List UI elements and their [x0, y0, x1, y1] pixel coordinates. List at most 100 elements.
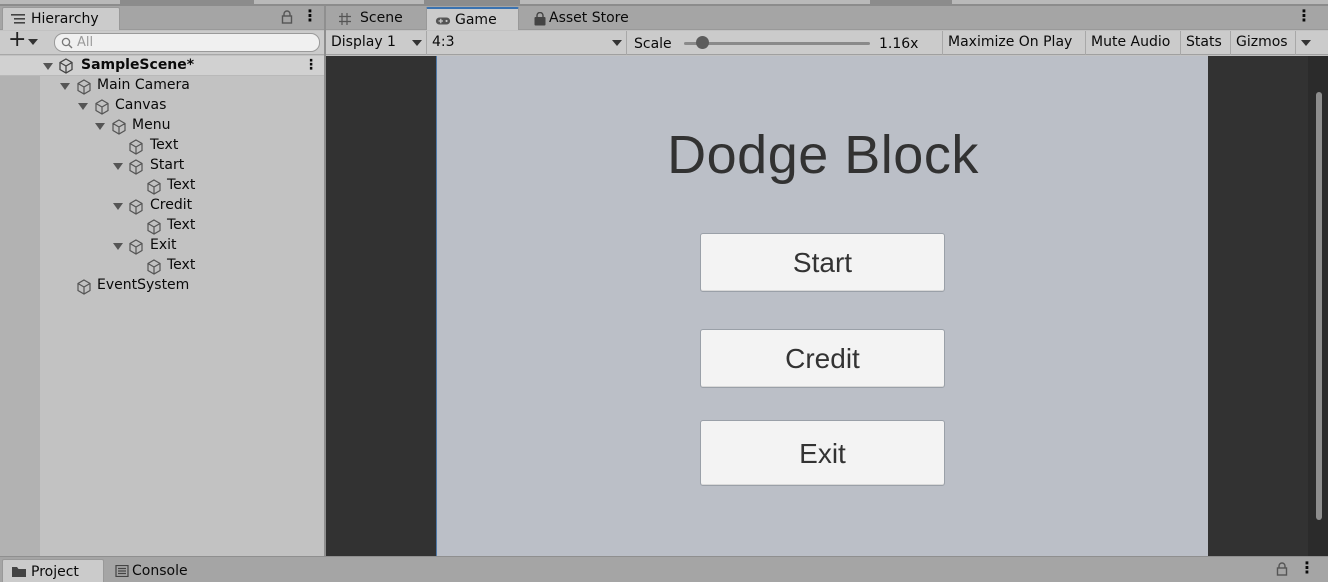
tree-item-label: Text [150, 137, 179, 153]
tab-scene-label: Scene [360, 10, 403, 26]
tree-item-eventsystem[interactable]: EventSystem [0, 276, 324, 296]
scene-more-icon[interactable]: ⋮ [304, 57, 318, 73]
tab-project[interactable]: Project [2, 559, 104, 582]
folder-icon [12, 567, 26, 577]
maximize-on-play-toggle[interactable]: Maximize On Play [943, 31, 1086, 55]
start-button[interactable]: Start [700, 233, 945, 292]
tree-item-label: Credit [150, 197, 193, 213]
mute-audio-toggle[interactable]: Mute Audio [1086, 31, 1181, 55]
tab-game-label: Game [455, 12, 497, 28]
tree-item-label: Main Camera [97, 77, 190, 93]
top-strip-segment [520, 0, 870, 4]
scale-value: 1.16x [879, 36, 919, 52]
fold-arrow-icon[interactable] [60, 83, 70, 90]
game-screen: Dodge Block Start Credit Exit [436, 56, 1208, 556]
tab-console-label: Console [132, 563, 188, 579]
fold-arrow-icon[interactable] [113, 243, 123, 250]
gameobject-icon [77, 79, 91, 95]
tab-scene[interactable]: Scene [330, 7, 426, 30]
game-viewport[interactable]: Dodge Block Start Credit Exit [326, 56, 1308, 556]
maximize-label: Maximize On Play [948, 34, 1073, 50]
gameobject-icon [147, 179, 161, 195]
scene-row[interactable]: SampleScene* [0, 56, 324, 76]
gameobject-icon [129, 139, 143, 155]
chevron-down-icon [412, 40, 422, 46]
hierarchy-toolbar: + [0, 27, 324, 55]
chevron-down-icon [28, 39, 38, 45]
gizmos-label: Gizmos [1236, 34, 1288, 50]
more-options-icon[interactable]: ⋮ [302, 8, 318, 24]
tree-item-label: Canvas [115, 97, 167, 113]
tab-hierarchy-label: Hierarchy [31, 11, 99, 27]
list-icon [11, 14, 25, 24]
scrollbar-thumb[interactable] [1316, 92, 1322, 520]
gizmos-dropdown[interactable] [1296, 31, 1318, 55]
search-icon [61, 37, 73, 49]
vertical-scrollbar[interactable] [1308, 56, 1328, 556]
unity-editor: Hierarchy ⋮ + All SampleScene* ⋮ Main Ca… [0, 0, 1328, 582]
plus-icon: + [8, 27, 27, 52]
game-title: Dodge Block [667, 125, 979, 185]
tree-item-canvas[interactable]: Canvas [0, 96, 324, 116]
fold-arrow-icon[interactable] [95, 123, 105, 130]
hierarchy-tab-bar: Hierarchy ⋮ [0, 6, 324, 30]
tree-item-exit[interactable]: Exit [0, 236, 324, 256]
stats-toggle[interactable]: Stats [1181, 31, 1231, 55]
top-strip-segment [254, 0, 424, 4]
tree-item-start[interactable]: Start [0, 156, 324, 176]
aspect-dropdown[interactable]: 4:3 [427, 31, 627, 55]
fold-arrow-icon[interactable] [113, 163, 123, 170]
tab-project-label: Project [31, 564, 79, 580]
gameobject-icon [129, 199, 143, 215]
tree-item-credit[interactable]: Credit [0, 196, 324, 216]
gameobject-icon [95, 99, 109, 115]
tab-console[interactable]: Console [106, 559, 206, 582]
gameobject-icon [112, 119, 126, 135]
gameobject-icon [77, 279, 91, 295]
tree-item-menu[interactable]: Menu [0, 116, 324, 136]
fold-arrow-icon[interactable] [43, 63, 53, 70]
tree-item-exit-text[interactable]: Text [0, 256, 324, 276]
lock-icon[interactable] [1276, 562, 1288, 576]
scene-item[interactable]: SampleScene* [0, 56, 300, 76]
tree-item-label: Text [167, 217, 196, 233]
display-dropdown[interactable]: Display 1 [326, 31, 427, 55]
more-options-icon[interactable]: ⋮ [1296, 8, 1312, 24]
scale-label: Scale [634, 36, 672, 52]
gizmos-toggle[interactable]: Gizmos [1231, 31, 1296, 55]
fold-arrow-icon[interactable] [78, 103, 88, 110]
more-options-icon[interactable]: ⋮ [1299, 560, 1315, 576]
lock-icon[interactable] [281, 10, 293, 24]
mute-label: Mute Audio [1091, 34, 1171, 50]
game-panel: Scene Game Asset Store ⋮ Display 1 4:3 S… [326, 6, 1328, 556]
exit-button[interactable]: Exit [700, 420, 945, 486]
tab-asset-store-label: Asset Store [549, 10, 629, 26]
hierarchy-search [54, 33, 320, 52]
tree-item-label: Text [167, 177, 196, 193]
gamepad-icon [435, 17, 451, 25]
tree-item-label: Menu [132, 117, 171, 133]
fold-arrow-icon[interactable] [113, 203, 123, 210]
gameobject-icon [147, 219, 161, 235]
tree-item-start-text[interactable]: Text [0, 176, 324, 196]
tree-item-main-camera[interactable]: Main Camera [0, 76, 324, 96]
scene-name: SampleScene* [81, 57, 195, 73]
shopping-bag-icon [534, 12, 546, 26]
tab-game[interactable]: Game [426, 7, 519, 30]
tab-asset-store[interactable]: Asset Store [524, 7, 644, 30]
tree-item-credit-text[interactable]: Text [0, 216, 324, 236]
aspect-label: 4:3 [432, 34, 455, 50]
credit-button[interactable]: Credit [700, 329, 945, 388]
tree-item-label: Start [150, 157, 185, 173]
grid-icon [339, 13, 351, 25]
search-input[interactable] [77, 34, 313, 51]
scale-slider-thumb[interactable] [696, 36, 709, 49]
top-strip-segment [952, 0, 1328, 4]
unity-scene-icon [59, 58, 73, 74]
scale-slider-track[interactable] [684, 42, 870, 45]
chevron-down-icon [612, 40, 622, 46]
tree-item-menu-text[interactable]: Text [0, 136, 324, 156]
tree-item-label: Exit [150, 237, 177, 253]
stats-label: Stats [1186, 34, 1222, 50]
add-object-button[interactable]: + [6, 27, 40, 52]
